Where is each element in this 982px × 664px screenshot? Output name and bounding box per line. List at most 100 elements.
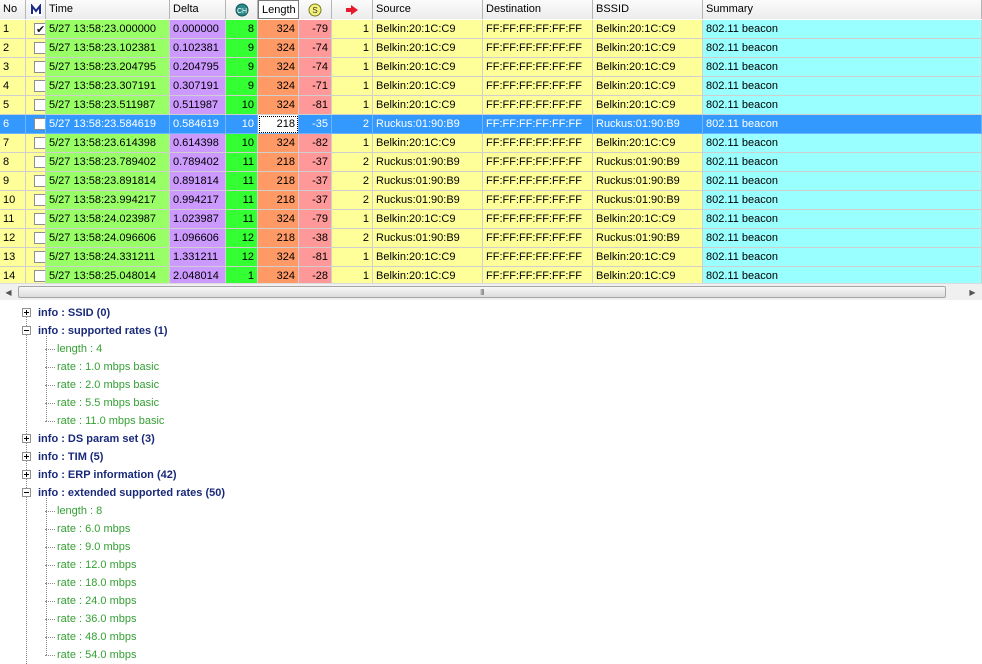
cell-delta[interactable]: 0.891814 (170, 172, 226, 191)
cell-time[interactable]: 5/27 13:58:23.102381 (46, 39, 170, 58)
mark-checkbox[interactable] (34, 21, 45, 38)
cell-time[interactable]: 5/27 13:58:24.331211 (46, 248, 170, 267)
tree-leaf[interactable]: rate : 1.0 mbps basic (45, 358, 159, 376)
mark-cell[interactable] (26, 58, 46, 77)
tree-node[interactable]: info : supported rates (1) (22, 322, 168, 340)
cell-sig[interactable]: -35 (299, 115, 332, 134)
cell-src[interactable]: Belkin:20:1C:C9 (373, 20, 483, 39)
cell-r[interactable]: 1 (332, 58, 373, 77)
mark-checkbox[interactable] (34, 118, 45, 130)
cell-delta[interactable]: 1.023987 (170, 210, 226, 229)
expand-icon[interactable] (22, 469, 31, 479)
mark-checkbox[interactable] (34, 270, 45, 282)
mark-checkbox[interactable] (34, 232, 45, 244)
mark-cell[interactable] (26, 229, 46, 248)
cell-src[interactable]: Ruckus:01:90:B9 (373, 153, 483, 172)
cell-no[interactable]: 10 (0, 191, 26, 210)
cell-bssid[interactable]: Belkin:20:1C:C9 (593, 248, 703, 267)
column-header-length[interactable]: Length (258, 0, 299, 19)
cell-delta[interactable]: 0.204795 (170, 58, 226, 77)
cell-summary[interactable]: 802.11 beacon (703, 153, 982, 172)
scrollbar-thumb[interactable]: III (18, 286, 946, 298)
table-row[interactable]: 2 5/27 13:58:23.102381 0.102381 9 324 -74 1 Bel… (0, 39, 982, 58)
mark-cell[interactable] (26, 248, 46, 267)
mark-cell[interactable] (26, 96, 46, 115)
column-header-signal[interactable]: S (299, 0, 332, 19)
table-row[interactable]: 6 5/27 13:58:23.584619 0.584619 10 218 -35 2 Ru… (0, 115, 982, 134)
cell-src[interactable]: Ruckus:01:90:B9 (373, 229, 483, 248)
mark-cell[interactable] (26, 172, 46, 191)
mark-cell[interactable] (26, 77, 46, 96)
cell-summary[interactable]: 802.11 beacon (703, 77, 982, 96)
cell-sig[interactable]: -79 (299, 210, 332, 229)
tree-leaf[interactable]: rate : 6.0 mbps (45, 520, 130, 538)
cell-r[interactable]: 1 (332, 96, 373, 115)
cell-dst[interactable]: FF:FF:FF:FF:FF:FF (483, 20, 593, 39)
expand-icon[interactable] (22, 433, 31, 443)
tree-leaf[interactable]: rate : 54.0 mbps (45, 646, 137, 664)
cell-dst[interactable]: FF:FF:FF:FF:FF:FF (483, 210, 593, 229)
cell-sig[interactable]: -37 (299, 172, 332, 191)
cell-summary[interactable]: 802.11 beacon (703, 20, 982, 39)
horizontal-scrollbar[interactable]: ◀ III ▶ (0, 283, 982, 300)
cell-ch[interactable]: 9 (226, 58, 258, 77)
cell-dst[interactable]: FF:FF:FF:FF:FF:FF (483, 58, 593, 77)
mark-checkbox[interactable] (34, 175, 45, 187)
column-header-retry[interactable] (332, 0, 373, 19)
cell-src[interactable]: Ruckus:01:90:B9 (373, 172, 483, 191)
cell-src[interactable]: Belkin:20:1C:C9 (373, 96, 483, 115)
tree-leaf[interactable]: rate : 48.0 mbps (45, 628, 137, 646)
mark-cell[interactable] (26, 20, 46, 39)
cell-no[interactable]: 5 (0, 96, 26, 115)
cell-len[interactable]: 324 (258, 20, 299, 39)
cell-r[interactable]: 1 (332, 39, 373, 58)
cell-time[interactable]: 5/27 13:58:23.789402 (46, 153, 170, 172)
cell-ch[interactable]: 10 (226, 96, 258, 115)
tree-leaf[interactable]: rate : 11.0 mbps basic (45, 412, 164, 430)
cell-delta[interactable]: 0.584619 (170, 115, 226, 134)
mark-checkbox[interactable] (34, 80, 45, 92)
mark-checkbox[interactable] (34, 194, 45, 206)
tree-node[interactable]: info : extended supported rates (50) (22, 484, 225, 502)
cell-ch[interactable]: 11 (226, 172, 258, 191)
cell-len[interactable]: 218 (258, 191, 299, 210)
cell-src[interactable]: Ruckus:01:90:B9 (373, 115, 483, 134)
cell-summary[interactable]: 802.11 beacon (703, 210, 982, 229)
table-row[interactable]: 9 5/27 13:58:23.891814 0.891814 11 218 -37 2 Ru… (0, 172, 982, 191)
cell-r[interactable]: 2 (332, 191, 373, 210)
cell-src[interactable]: Belkin:20:1C:C9 (373, 210, 483, 229)
cell-no[interactable]: 2 (0, 39, 26, 58)
scroll-right-arrow-icon[interactable]: ▶ (966, 286, 979, 299)
packet-list[interactable]: No Time Delta CH Length S Source Destina… (0, 0, 982, 300)
cell-sig[interactable]: -79 (299, 20, 332, 39)
mark-cell[interactable] (26, 134, 46, 153)
cell-time[interactable]: 5/27 13:58:23.307191 (46, 77, 170, 96)
cell-bssid[interactable]: Belkin:20:1C:C9 (593, 96, 703, 115)
packet-detail-tree[interactable]: info : SSID (0) info : supported rates (1… (0, 300, 982, 664)
expand-icon[interactable] (22, 451, 31, 461)
cell-ch[interactable]: 9 (226, 77, 258, 96)
cell-len[interactable]: 218 (258, 115, 299, 134)
column-header-destination[interactable]: Destination (483, 0, 593, 19)
table-row[interactable]: 4 5/27 13:58:23.307191 0.307191 9 324 -71 1 Bel… (0, 77, 982, 96)
cell-r[interactable]: 2 (332, 115, 373, 134)
cell-ch[interactable]: 10 (226, 115, 258, 134)
mark-checkbox[interactable] (34, 156, 45, 168)
table-row[interactable]: 15/27 13:58:23.0000000.0000008324-791Bel… (0, 20, 982, 39)
mark-checkbox[interactable] (34, 137, 45, 149)
table-row[interactable]: 3 5/27 13:58:23.204795 0.204795 9 324 -74 1 Bel… (0, 58, 982, 77)
collapse-icon[interactable] (22, 325, 31, 335)
cell-bssid[interactable]: Ruckus:01:90:B9 (593, 229, 703, 248)
table-row[interactable]: 7 5/27 13:58:23.614398 0.614398 10 324 -82 1 Be… (0, 134, 982, 153)
table-row[interactable]: 8 5/27 13:58:23.789402 0.789402 11 218 -37 2 Ru… (0, 153, 982, 172)
cell-summary[interactable]: 802.11 beacon (703, 115, 982, 134)
scroll-left-arrow-icon[interactable]: ◀ (2, 286, 15, 299)
cell-no[interactable]: 11 (0, 210, 26, 229)
cell-delta[interactable]: 0.994217 (170, 191, 226, 210)
cell-dst[interactable]: FF:FF:FF:FF:FF:FF (483, 153, 593, 172)
cell-summary[interactable]: 802.11 beacon (703, 96, 982, 115)
cell-sig[interactable]: -37 (299, 153, 332, 172)
cell-summary[interactable]: 802.11 beacon (703, 58, 982, 77)
cell-len[interactable]: 324 (258, 248, 299, 267)
tree-node[interactable]: info : SSID (0) (22, 304, 110, 322)
